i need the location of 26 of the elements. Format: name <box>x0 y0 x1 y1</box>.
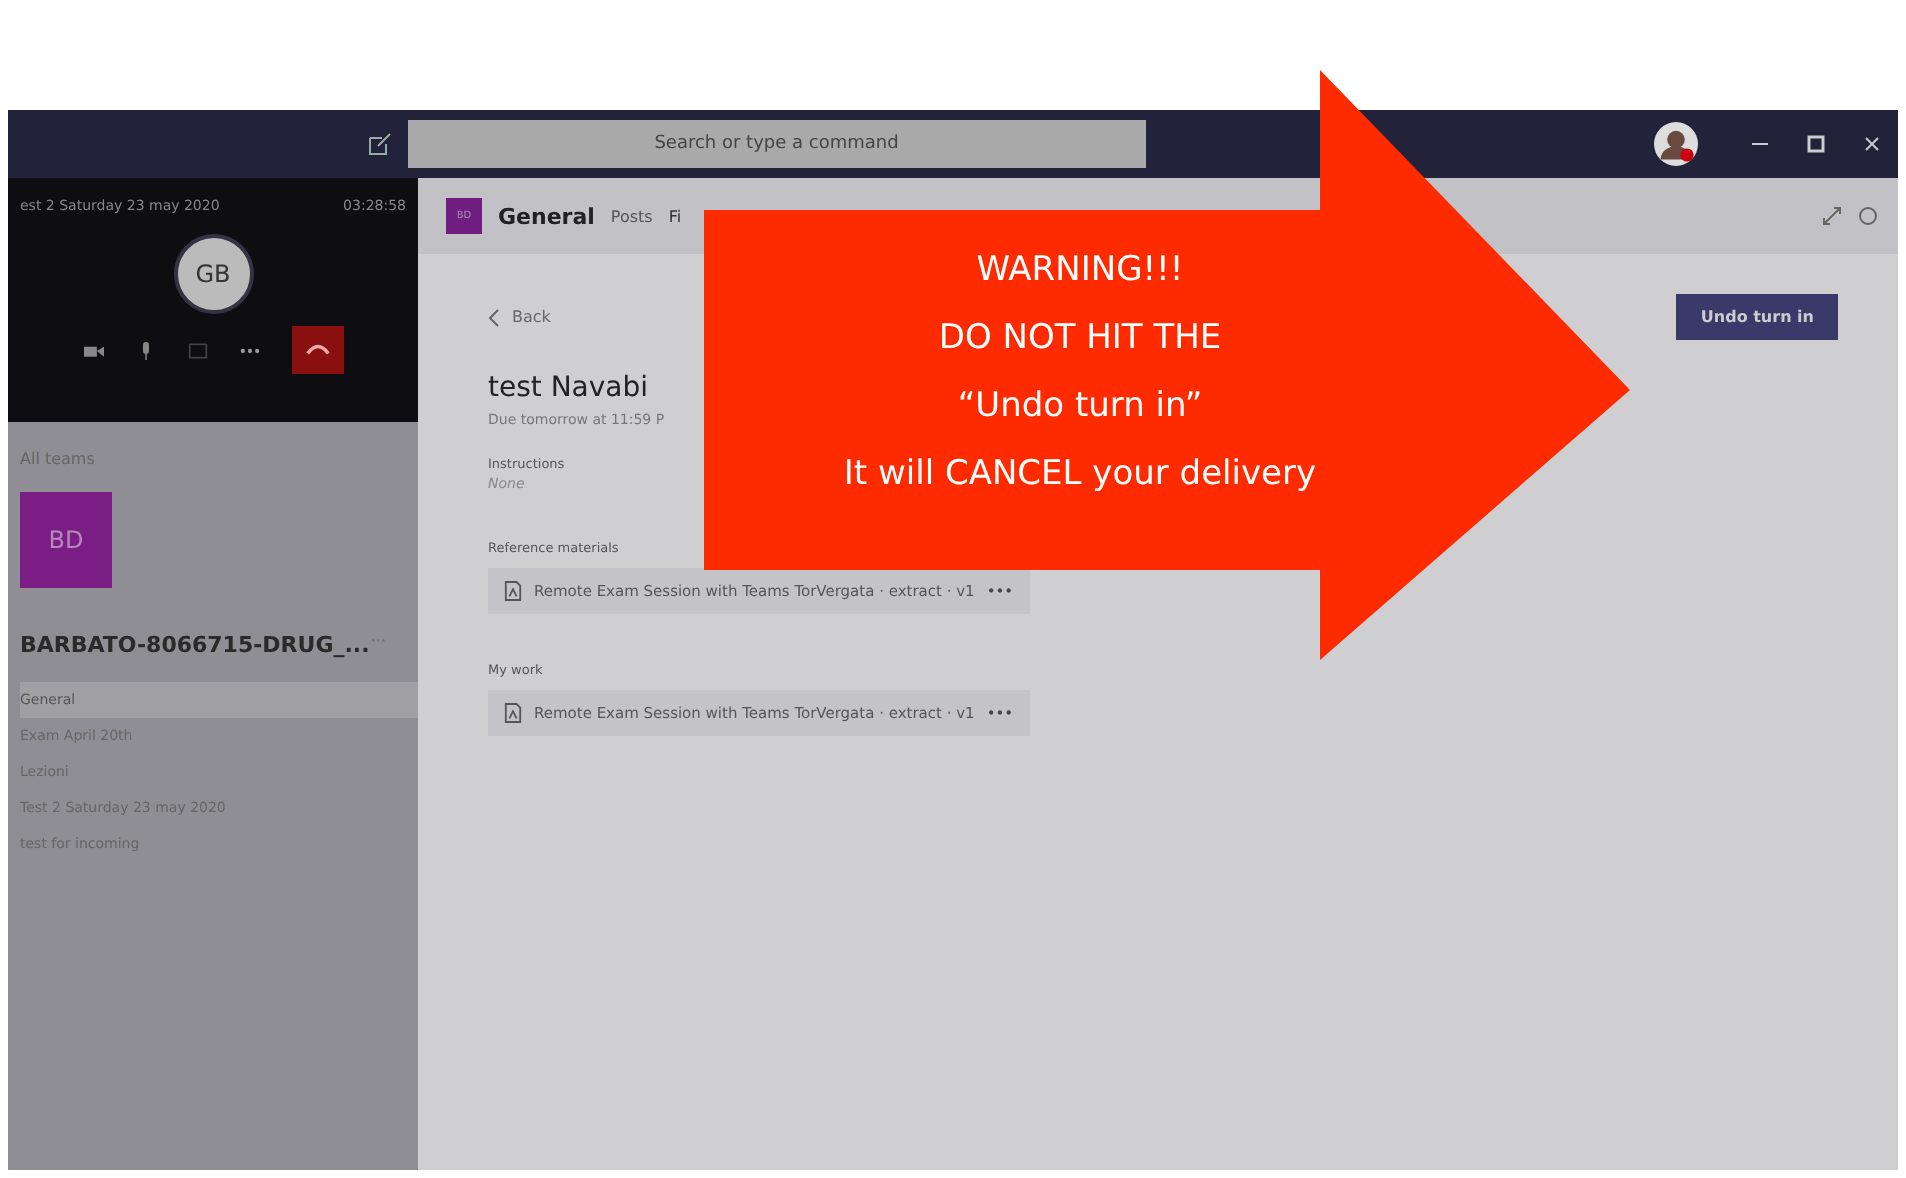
refresh-icon[interactable] <box>1858 206 1878 226</box>
compose-icon[interactable] <box>368 132 392 156</box>
warning-text: WARNING!!! <box>976 248 1184 294</box>
avatar[interactable] <box>1654 122 1698 166</box>
back-link[interactable]: Back <box>488 307 551 327</box>
warning-text: DO NOT HIT THE <box>938 316 1222 362</box>
camera-icon[interactable] <box>83 341 103 359</box>
file-icon <box>504 580 522 602</box>
maximize-icon[interactable] <box>1806 134 1826 154</box>
channel-name: General <box>498 203 595 229</box>
team-avatar: BD <box>20 492 112 588</box>
file-icon <box>504 702 522 724</box>
close-icon[interactable] <box>1862 134 1882 154</box>
chevron-left-icon <box>488 307 500 327</box>
search-field[interactable]: Search or type a command <box>408 120 1145 168</box>
expand-icon[interactable] <box>1822 206 1842 226</box>
channel-tab[interactable]: Posts <box>610 207 653 225</box>
warning-text: It will CANCEL your delivery <box>843 452 1317 498</box>
hang-up-button[interactable] <box>291 326 343 374</box>
undo-turn-in-button[interactable]: Undo turn in <box>1676 294 1838 340</box>
participant-avatar: GB <box>173 234 253 314</box>
channel-tab[interactable]: Fi <box>668 207 682 225</box>
assignment-title: test Navabi <box>488 372 649 404</box>
warning-text: “Undo turn in” <box>957 384 1203 430</box>
phone-icon <box>305 344 329 356</box>
team-name: BARBATO-8066715-DRUG_... <box>20 632 370 658</box>
